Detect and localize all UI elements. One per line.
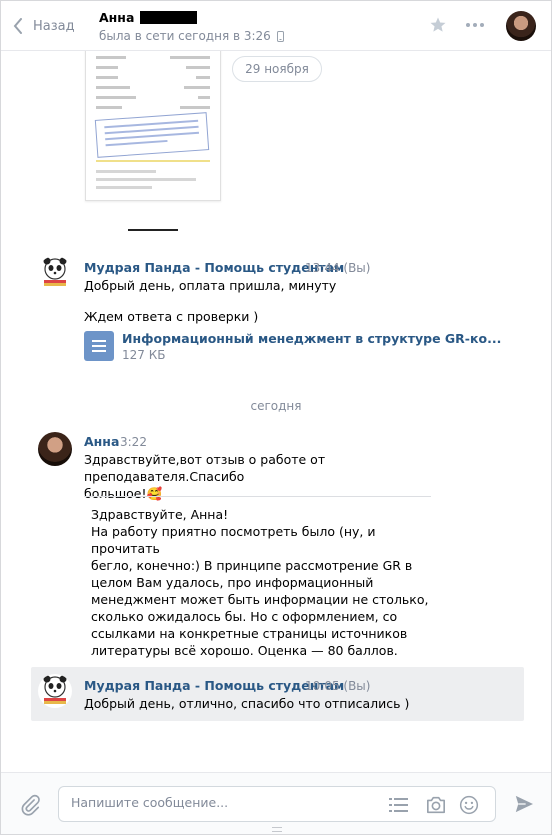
message-time[interactable]: 3:22 bbox=[120, 435, 147, 449]
message-time[interactable]: 13:44 (Вы) bbox=[305, 261, 370, 275]
star-icon[interactable] bbox=[429, 16, 447, 34]
quote-separator bbox=[84, 496, 431, 497]
message-line: Здравствуйте,вот отзыв о работе от препо… bbox=[84, 452, 326, 484]
selected-message-highlight[interactable] bbox=[31, 667, 524, 721]
anna-avatar[interactable] bbox=[38, 432, 72, 466]
paperclip-icon[interactable] bbox=[19, 794, 41, 816]
mobile-icon bbox=[276, 30, 284, 42]
message-text: Добрый день, оплата пришла, минуту bbox=[84, 278, 337, 293]
template-list-icon[interactable] bbox=[389, 796, 409, 814]
date-divider: сегодня bbox=[250, 399, 302, 413]
message-text: Добрый день, отлично, спасибо что отписа… bbox=[84, 696, 410, 711]
peer-name[interactable]: Анна bbox=[99, 10, 198, 25]
chevron-left-icon bbox=[13, 18, 22, 34]
camera-icon[interactable] bbox=[425, 795, 447, 815]
more-icon[interactable] bbox=[466, 23, 484, 27]
resize-grip[interactable] bbox=[272, 827, 282, 832]
chat-header: Назад Анна была в сети сегодня в 3:26 bbox=[1, 1, 551, 51]
redaction-bar bbox=[140, 11, 198, 24]
attachment-title[interactable]: Информационный менеджмент в структуре GR… bbox=[122, 331, 501, 346]
smile-icon[interactable] bbox=[459, 795, 479, 815]
message-text: Ждем ответа с проверки ) bbox=[84, 309, 259, 324]
attachment-size: 127 КБ bbox=[122, 348, 166, 362]
send-icon[interactable] bbox=[514, 795, 534, 813]
document-attachment[interactable]: Информационный менеджмент в структуре GR… bbox=[84, 331, 501, 362]
back-label: Назад bbox=[33, 18, 75, 34]
scroll-marker bbox=[128, 229, 178, 231]
chat-window: Назад Анна была в сети сегодня в 3:26 29… bbox=[0, 0, 552, 835]
back-button[interactable]: Назад bbox=[13, 15, 75, 37]
message-text: Здравствуйте,вот отзыв о работе от препо… bbox=[84, 451, 484, 502]
message-time[interactable]: 10:05 (Вы) bbox=[305, 679, 370, 693]
message-author[interactable]: Анна bbox=[84, 434, 119, 449]
forwarded-quote-text: Здравствуйте, Анна! На работу приятно по… bbox=[91, 507, 429, 658]
document-icon bbox=[84, 331, 114, 361]
peer-status-text: была в сети сегодня в 3:26 bbox=[99, 29, 271, 43]
smiling-face-hearts-icon: 🥰 bbox=[146, 486, 163, 501]
peer-status: была в сети сегодня в 3:26 bbox=[99, 29, 284, 43]
date-pill: 29 ноября bbox=[232, 56, 322, 82]
peer-name-text: Анна bbox=[99, 10, 135, 25]
message-input[interactable] bbox=[71, 795, 371, 810]
message-composer bbox=[1, 772, 551, 834]
stamp-image bbox=[94, 112, 210, 158]
document-preview[interactable] bbox=[85, 39, 221, 201]
message-input-box[interactable] bbox=[58, 786, 496, 822]
panda-avatar[interactable] bbox=[38, 256, 72, 290]
message-line: большое! bbox=[84, 486, 147, 501]
peer-avatar[interactable] bbox=[506, 11, 536, 41]
panda-avatar[interactable] bbox=[38, 674, 72, 708]
